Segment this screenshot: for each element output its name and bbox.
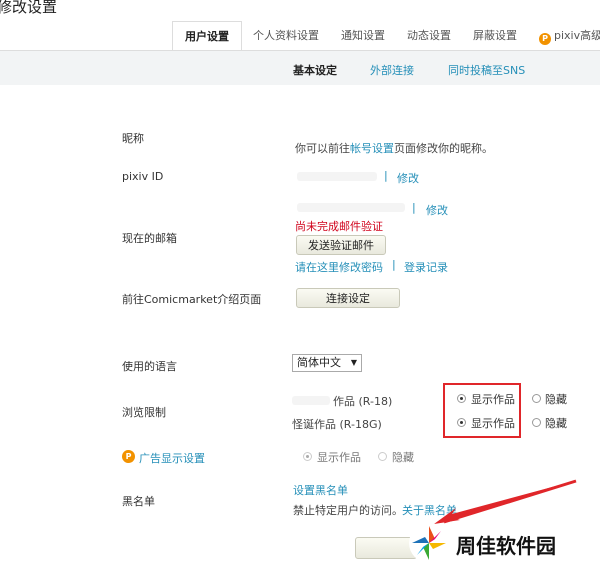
settings-tabs: 用户设置 个人资料设置 通知设置 动态设置 屏蔽设置 Ppixiv高级 (172, 21, 600, 51)
tab-profile-settings[interactable]: 个人资料设置 (242, 21, 330, 51)
subnav-external[interactable]: 外部连接 (370, 62, 414, 78)
separator: | (384, 169, 388, 182)
connection-settings-button[interactable]: 连接设定 (296, 288, 400, 308)
r18-hide-label[interactable]: 隐藏 (545, 391, 567, 407)
ad-settings-label[interactable]: 广告显示设置 (139, 450, 205, 466)
account-settings-link[interactable]: 帐号设置 (350, 142, 394, 155)
tab-pixiv-premium-label: pixiv高级 (554, 29, 600, 42)
pixiv-id-edit-link[interactable]: 修改 (397, 170, 419, 186)
comicmarket-label: 前往Comicmarket介绍页面 (122, 293, 262, 306)
browse-limit-label: 浏览限制 (122, 406, 166, 419)
chevron-down-icon: ▼ (350, 358, 357, 367)
ads-hide-label: 隐藏 (392, 451, 414, 464)
blacklist-label: 黑名单 (122, 495, 155, 508)
nickname-hint: 你可以前往帐号设置页面修改你的昵称。 (295, 140, 493, 156)
pixiv-id-label: pixiv ID (122, 170, 164, 183)
email-edit-link[interactable]: 修改 (426, 202, 448, 218)
browse-limit-redacted (292, 396, 330, 405)
set-blacklist-link[interactable]: 设置黑名单 (293, 482, 348, 498)
ads-show-radio (303, 452, 312, 461)
page-title: 修改设置 (0, 0, 58, 16)
login-history-link[interactable]: 登录记录 (404, 259, 448, 275)
sub-navigation: 基本设定 外部连接 同时投稿至SNS (0, 51, 600, 85)
pixiv-id-value-redacted (297, 172, 377, 181)
language-select[interactable]: 简体中文 ▼ (292, 354, 362, 372)
ads-hide-radio (378, 452, 387, 461)
ads-show-label: 显示作品 (317, 451, 361, 464)
send-verification-button[interactable]: 发送验证邮件 (296, 235, 386, 255)
tab-feed-settings[interactable]: 动态设置 (396, 21, 462, 51)
separator: | (392, 258, 396, 271)
language-label: 使用的语言 (122, 360, 177, 373)
email-value-redacted (297, 203, 405, 212)
tab-mute-settings[interactable]: 屏蔽设置 (462, 21, 528, 51)
language-select-value: 简体中文 (297, 356, 341, 369)
tab-pixiv-premium[interactable]: Ppixiv高级 (528, 21, 600, 51)
email-label: 现在的邮箱 (122, 232, 177, 245)
r18g-hide-label[interactable]: 隐藏 (545, 415, 567, 431)
watermark-brand-text: 周佳软件园 (456, 534, 556, 558)
r18g-label: 怪诞作品 (R-18G) (292, 418, 382, 431)
r18g-hide-radio[interactable] (532, 418, 541, 427)
highlight-box (443, 383, 521, 438)
blacklist-description: 禁止特定用户的访问。 (293, 504, 403, 517)
subnav-basic[interactable]: 基本设定 (293, 62, 337, 78)
pixiv-premium-icon: P (122, 450, 135, 463)
tab-user-settings[interactable]: 用户设置 (172, 21, 242, 51)
nickname-hint-suffix: 页面修改你的昵称。 (394, 142, 493, 155)
r18-label: 作品 (R-18) (333, 395, 393, 408)
nickname-hint-prefix: 你可以前往 (295, 142, 350, 155)
email-unverified-warning: 尚未完成邮件验证 (295, 220, 383, 233)
change-password-link[interactable]: 请在这里修改密码 (295, 259, 383, 275)
annotation-arrow-icon (434, 479, 578, 524)
watermark-logo-icon (409, 523, 449, 563)
separator: | (412, 201, 416, 214)
pixiv-premium-icon: P (539, 33, 551, 45)
tab-notification-settings[interactable]: 通知设置 (330, 21, 396, 51)
nickname-label: 昵称 (122, 132, 144, 145)
subnav-sns[interactable]: 同时投稿至SNS (448, 62, 525, 78)
r18-hide-radio[interactable] (532, 394, 541, 403)
